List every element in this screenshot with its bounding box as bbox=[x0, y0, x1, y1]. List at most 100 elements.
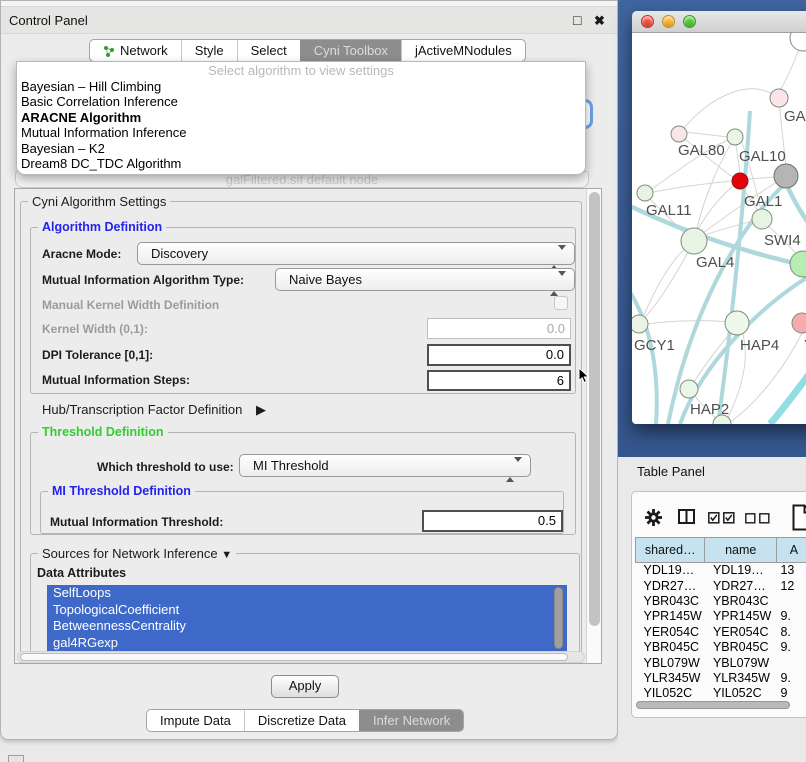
network-node[interactable] bbox=[732, 173, 748, 189]
close-panel-button[interactable]: ✖ bbox=[594, 7, 605, 34]
zoom-window-button[interactable] bbox=[683, 15, 696, 28]
network-node[interactable] bbox=[671, 126, 687, 142]
tab-network[interactable]: Network bbox=[90, 40, 181, 61]
table-row[interactable]: YLR345WYLR345W9. bbox=[636, 670, 806, 685]
kernel-width-field[interactable]: 0.0 bbox=[427, 318, 571, 339]
group-title: Cyni Algorithm Settings bbox=[28, 194, 170, 209]
select-all-checkboxes-icon[interactable] bbox=[708, 512, 735, 524]
mi-type-combo[interactable]: Naive Bayes bbox=[275, 268, 575, 291]
table-hscrollbar-thumb[interactable] bbox=[636, 701, 790, 709]
stepper-icon bbox=[550, 247, 566, 268]
network-node[interactable] bbox=[727, 129, 743, 145]
table-cell: YDL19… bbox=[705, 563, 777, 578]
table-cell: YBR043C bbox=[705, 593, 777, 608]
table-hscrollbar[interactable] bbox=[636, 700, 806, 710]
settings-vscrollbar[interactable] bbox=[586, 189, 601, 663]
table-row[interactable]: YBR043CYBR043C bbox=[636, 593, 806, 608]
table-row[interactable]: YIL052CYIL052C9 bbox=[636, 686, 806, 701]
network-canvas[interactable]: GALGAL80GAL10GAL1GAL11GAL4SWI4GCY1HAP4YH… bbox=[632, 33, 806, 424]
column-header-name[interactable]: name bbox=[705, 538, 777, 563]
tab-impute-data[interactable]: Impute Data bbox=[147, 710, 244, 731]
table-cell: 12 bbox=[776, 578, 806, 593]
tab-cyni-toolbox[interactable]: Cyni Toolbox bbox=[300, 40, 401, 61]
algorithm-option[interactable]: Bayesian – Hill Climbing bbox=[17, 79, 585, 94]
new-file-icon[interactable] bbox=[792, 504, 806, 531]
network-node[interactable] bbox=[681, 228, 707, 254]
tab-select[interactable]: Select bbox=[237, 40, 300, 61]
network-node-label: GAL1 bbox=[744, 193, 782, 210]
table-cell: YPR145W bbox=[705, 609, 777, 624]
network-node[interactable] bbox=[770, 89, 788, 107]
aracne-mode-combo[interactable]: Discovery bbox=[137, 242, 575, 265]
network-node[interactable] bbox=[680, 380, 698, 398]
tab-label: Network bbox=[120, 43, 168, 58]
data-attribute-item[interactable]: BetweennessCentrality bbox=[47, 618, 567, 635]
float-panel-button[interactable]: □ bbox=[573, 7, 581, 34]
algorithm-option[interactable]: Dream8 DC_TDC Algorithm bbox=[17, 156, 585, 171]
settings-hscrollbar-thumb[interactable] bbox=[20, 653, 568, 661]
network-node[interactable] bbox=[790, 251, 806, 277]
which-threshold-combo[interactable]: MI Threshold bbox=[239, 454, 531, 477]
deselect-all-checkboxes-icon[interactable] bbox=[745, 513, 770, 524]
table-row[interactable]: YBR045CYBR045C9. bbox=[636, 639, 806, 654]
list-scrollbar-thumb[interactable] bbox=[554, 587, 563, 649]
panel-tab-bar: Network Style Select Cyni Toolbox jActiv… bbox=[89, 39, 526, 62]
manual-kernel-checkbox[interactable] bbox=[554, 296, 568, 310]
network-node[interactable] bbox=[632, 315, 648, 333]
table-row[interactable]: YER054CYER054C8. bbox=[636, 624, 806, 639]
minimize-window-button[interactable] bbox=[662, 15, 675, 28]
data-attribute-item[interactable]: SelfLoops bbox=[47, 585, 567, 602]
group-title: Algorithm Definition bbox=[38, 220, 166, 234]
mi-steps-field[interactable]: 6 bbox=[427, 370, 571, 391]
table-row[interactable]: YDR27…YDR27…12 bbox=[636, 578, 806, 593]
tab-jactivemnodules[interactable]: jActiveMNodules bbox=[401, 40, 525, 61]
algorithm-option[interactable]: Mutual Information Inference bbox=[17, 125, 585, 140]
network-window-titlebar bbox=[632, 11, 806, 33]
tab-style[interactable]: Style bbox=[181, 40, 237, 61]
dpi-tolerance-field[interactable]: 0.0 bbox=[427, 344, 571, 366]
tab-discretize-data[interactable]: Discretize Data bbox=[244, 710, 359, 731]
network-node[interactable] bbox=[792, 313, 806, 333]
stepper-icon bbox=[506, 459, 522, 480]
hub-definition-toggle[interactable]: Hub/Transcription Factor Definition ▶ bbox=[42, 402, 266, 418]
mi-threshold-field[interactable]: 0.5 bbox=[422, 510, 563, 532]
settings-vscrollbar-thumb[interactable] bbox=[589, 192, 600, 626]
table-cell: 9. bbox=[776, 639, 806, 654]
network-node[interactable] bbox=[637, 185, 653, 201]
network-node-label: GAL10 bbox=[739, 148, 786, 165]
table-cell: 8. bbox=[776, 624, 806, 639]
group-title: Threshold Definition bbox=[38, 425, 168, 439]
data-attribute-item[interactable]: gal4RGexp bbox=[47, 635, 567, 652]
table-row[interactable]: YDL19…YDL19…13 bbox=[636, 563, 806, 578]
stepper-icon bbox=[550, 273, 566, 294]
algorithm-option[interactable]: Bayesian – K2 bbox=[17, 141, 585, 156]
apply-button[interactable]: Apply bbox=[271, 675, 339, 698]
mi-threshold-label: Mutual Information Threshold: bbox=[50, 515, 223, 529]
hub-definition-label: Hub/Transcription Factor Definition bbox=[42, 402, 242, 417]
table-row[interactable]: YPR145WYPR145W9. bbox=[636, 609, 806, 624]
network-node[interactable] bbox=[790, 33, 806, 51]
split-columns-icon[interactable] bbox=[678, 509, 696, 525]
close-window-button[interactable] bbox=[641, 15, 654, 28]
network-node-label: GCY1 bbox=[634, 337, 675, 354]
network-node[interactable] bbox=[752, 209, 772, 229]
algorithm-option-selected[interactable]: ARACNE Algorithm bbox=[17, 110, 585, 125]
minimized-panel-icon[interactable] bbox=[8, 755, 24, 762]
manual-kernel-label: Manual Kernel Width Definition bbox=[42, 298, 219, 312]
network-node[interactable] bbox=[774, 164, 798, 188]
column-header-partial[interactable]: A bbox=[776, 538, 806, 563]
algorithm-option[interactable]: Basic Correlation Inference bbox=[17, 94, 585, 109]
data-attribute-item[interactable]: TopologicalCoefficient bbox=[47, 602, 567, 619]
network-node[interactable] bbox=[725, 311, 749, 335]
settings-hscrollbar[interactable] bbox=[17, 651, 585, 663]
sources-title: Sources for Network Inference bbox=[42, 546, 218, 561]
control-panel-title: Control Panel bbox=[9, 7, 88, 34]
network-node-label: HAP4 bbox=[740, 337, 779, 354]
tab-infer-network[interactable]: Infer Network bbox=[359, 710, 463, 731]
network-node-label: GAL11 bbox=[646, 202, 692, 219]
table-row[interactable]: YBL079WYBL079W bbox=[636, 655, 806, 670]
gear-icon[interactable] bbox=[645, 509, 662, 526]
table-header-row: shared… name A bbox=[636, 538, 806, 563]
column-header-shared-name[interactable]: shared… bbox=[636, 538, 705, 563]
sources-toggle[interactable]: Sources for Network Inference ▼ bbox=[38, 546, 236, 561]
